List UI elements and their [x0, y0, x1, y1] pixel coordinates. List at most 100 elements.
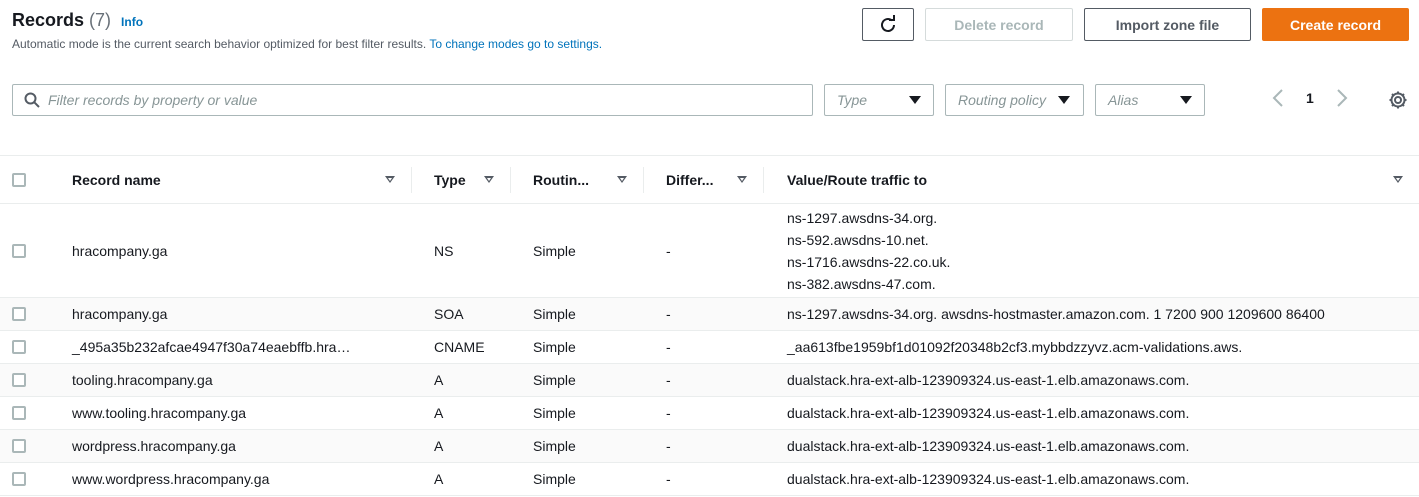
record-name-cell: www.wordpress.hracompany.ga — [72, 471, 270, 487]
current-page[interactable]: 1 — [1306, 90, 1314, 106]
select-all-checkbox[interactable] — [12, 172, 26, 187]
column-label: Type — [434, 171, 466, 188]
type-filter-label: Type — [837, 92, 868, 108]
row-checkbox[interactable] — [12, 243, 26, 258]
pagination: 1 — [1272, 88, 1348, 108]
column-header-value[interactable]: Value/Route traffic to — [764, 167, 1419, 193]
differentiator-cell: - — [666, 372, 671, 388]
column-label: Routin... — [533, 171, 589, 188]
search-input[interactable] — [48, 92, 748, 108]
description-text: Automatic mode is the current search beh… — [12, 37, 427, 51]
create-record-button[interactable]: Create record — [1262, 8, 1409, 41]
search-box — [12, 84, 813, 116]
sort-icon — [385, 176, 395, 183]
routing-cell: Simple — [533, 405, 576, 421]
routing-cell: Simple — [533, 306, 576, 322]
record-count: (7) — [89, 10, 112, 30]
page-title: Records — [12, 10, 85, 30]
sort-icon — [737, 176, 747, 183]
column-header-routing[interactable]: Routin... — [511, 166, 644, 193]
table-row[interactable]: wordpress.hracompany.ga A Simple - duals… — [0, 430, 1419, 463]
value-cell: ns-1297.awsdns-34.org. awsdns-hostmaster… — [787, 306, 1325, 322]
routing-policy-filter[interactable]: Routing policy — [945, 84, 1084, 116]
chevron-right-icon[interactable] — [1336, 88, 1348, 108]
search-mode-description: Automatic mode is the current search beh… — [12, 37, 602, 51]
caret-down-icon — [1058, 96, 1070, 104]
caret-down-icon — [1180, 96, 1192, 104]
settings-button[interactable] — [1387, 89, 1409, 116]
value-cell: _aa613fbe1959bf1d01092f20348b2cf3.mybbdz… — [787, 339, 1243, 355]
type-cell: SOA — [434, 306, 464, 322]
record-name-cell: wordpress.hracompany.ga — [72, 438, 236, 454]
alias-filter-label: Alias — [1108, 92, 1139, 108]
record-name-cell: hracompany.ga — [72, 242, 168, 259]
record-name-cell: www.tooling.hracompany.ga — [72, 405, 247, 421]
column-header-type[interactable]: Type — [412, 166, 511, 193]
type-cell: NS — [434, 242, 454, 259]
row-checkbox[interactable] — [12, 373, 26, 387]
value-line: ns-1716.awsdns-22.co.uk. — [787, 253, 951, 270]
table-body: hracompany.ga NS Simple - ns-1297.awsdns… — [0, 204, 1419, 496]
routing-cell: Simple — [533, 339, 576, 355]
type-cell: CNAME — [434, 339, 485, 355]
column-header-record-name[interactable]: Record name — [60, 166, 412, 193]
table-header: Record name Type Routin... Differ... Val… — [0, 155, 1419, 204]
table-row[interactable]: www.tooling.hracompany.ga A Simple - dua… — [0, 397, 1419, 430]
row-checkbox[interactable] — [12, 307, 26, 321]
select-all-cell — [0, 172, 60, 187]
value-cell: dualstack.hra-ext-alb-123909324.us-east-… — [787, 372, 1190, 388]
type-cell: A — [434, 372, 444, 388]
routing-cell: Simple — [533, 372, 576, 388]
delete-record-button[interactable]: Delete record — [925, 8, 1073, 41]
refresh-icon — [881, 14, 895, 32]
differentiator-cell: - — [666, 405, 671, 421]
value-line: ns-1297.awsdns-34.org. — [787, 209, 938, 226]
caret-down-icon — [909, 96, 921, 104]
column-label: Record name — [72, 171, 161, 188]
info-link[interactable]: Info — [121, 15, 143, 29]
differentiator-cell: - — [666, 438, 671, 454]
routing-policy-filter-label: Routing policy — [958, 92, 1046, 108]
records-table: Record name Type Routin... Differ... Val… — [0, 155, 1419, 496]
alias-filter[interactable]: Alias — [1095, 84, 1205, 116]
settings-link[interactable]: To change modes go to settings. — [429, 37, 602, 51]
value-line: ns-592.awsdns-10.net. — [787, 231, 929, 248]
value-cell: dualstack.hra-ext-alb-123909324.us-east-… — [787, 405, 1190, 421]
sort-icon — [484, 176, 494, 183]
table-row[interactable]: hracompany.ga NS Simple - ns-1297.awsdns… — [0, 204, 1419, 298]
row-checkbox[interactable] — [12, 472, 26, 486]
refresh-button[interactable] — [862, 8, 914, 41]
table-row[interactable]: _495a35b232afcae4947f30a74eaebffb.hra… C… — [0, 331, 1419, 364]
column-label: Value/Route traffic to — [787, 171, 928, 188]
sort-icon — [1393, 176, 1403, 183]
routing-cell: Simple — [533, 242, 576, 259]
value-cell: ns-1297.awsdns-34.org. ns-592.awsdns-10.… — [764, 207, 1419, 295]
type-cell: A — [434, 471, 444, 487]
page-header: Records (7) Info Automatic mode is the c… — [12, 10, 602, 51]
table-row[interactable]: www.wordpress.hracompany.ga A Simple - d… — [0, 463, 1419, 496]
record-name-cell: _495a35b232afcae4947f30a74eaebffb.hra… — [72, 339, 351, 355]
column-header-differentiator[interactable]: Differ... — [644, 166, 764, 193]
differentiator-cell: - — [666, 339, 671, 355]
table-row[interactable]: tooling.hracompany.ga A Simple - dualsta… — [0, 364, 1419, 397]
differentiator-cell: - — [666, 471, 671, 487]
search-icon — [24, 92, 40, 108]
column-label: Differ... — [666, 171, 714, 188]
record-name-cell: hracompany.ga — [72, 306, 168, 322]
chevron-left-icon[interactable] — [1272, 88, 1284, 108]
row-checkbox[interactable] — [12, 439, 26, 453]
gear-icon — [1389, 91, 1407, 109]
type-cell: A — [434, 405, 444, 421]
row-checkbox[interactable] — [12, 340, 26, 354]
sort-icon — [617, 176, 627, 183]
type-cell: A — [434, 438, 444, 454]
import-zone-file-button[interactable]: Import zone file — [1084, 8, 1251, 41]
value-cell: dualstack.hra-ext-alb-123909324.us-east-… — [787, 471, 1190, 487]
table-row[interactable]: hracompany.ga SOA Simple - ns-1297.awsdn… — [0, 298, 1419, 331]
routing-cell: Simple — [533, 471, 576, 487]
type-filter[interactable]: Type — [824, 84, 934, 116]
routing-cell: Simple — [533, 438, 576, 454]
differentiator-cell: - — [666, 306, 671, 322]
row-checkbox[interactable] — [12, 406, 26, 420]
record-name-cell: tooling.hracompany.ga — [72, 372, 213, 388]
